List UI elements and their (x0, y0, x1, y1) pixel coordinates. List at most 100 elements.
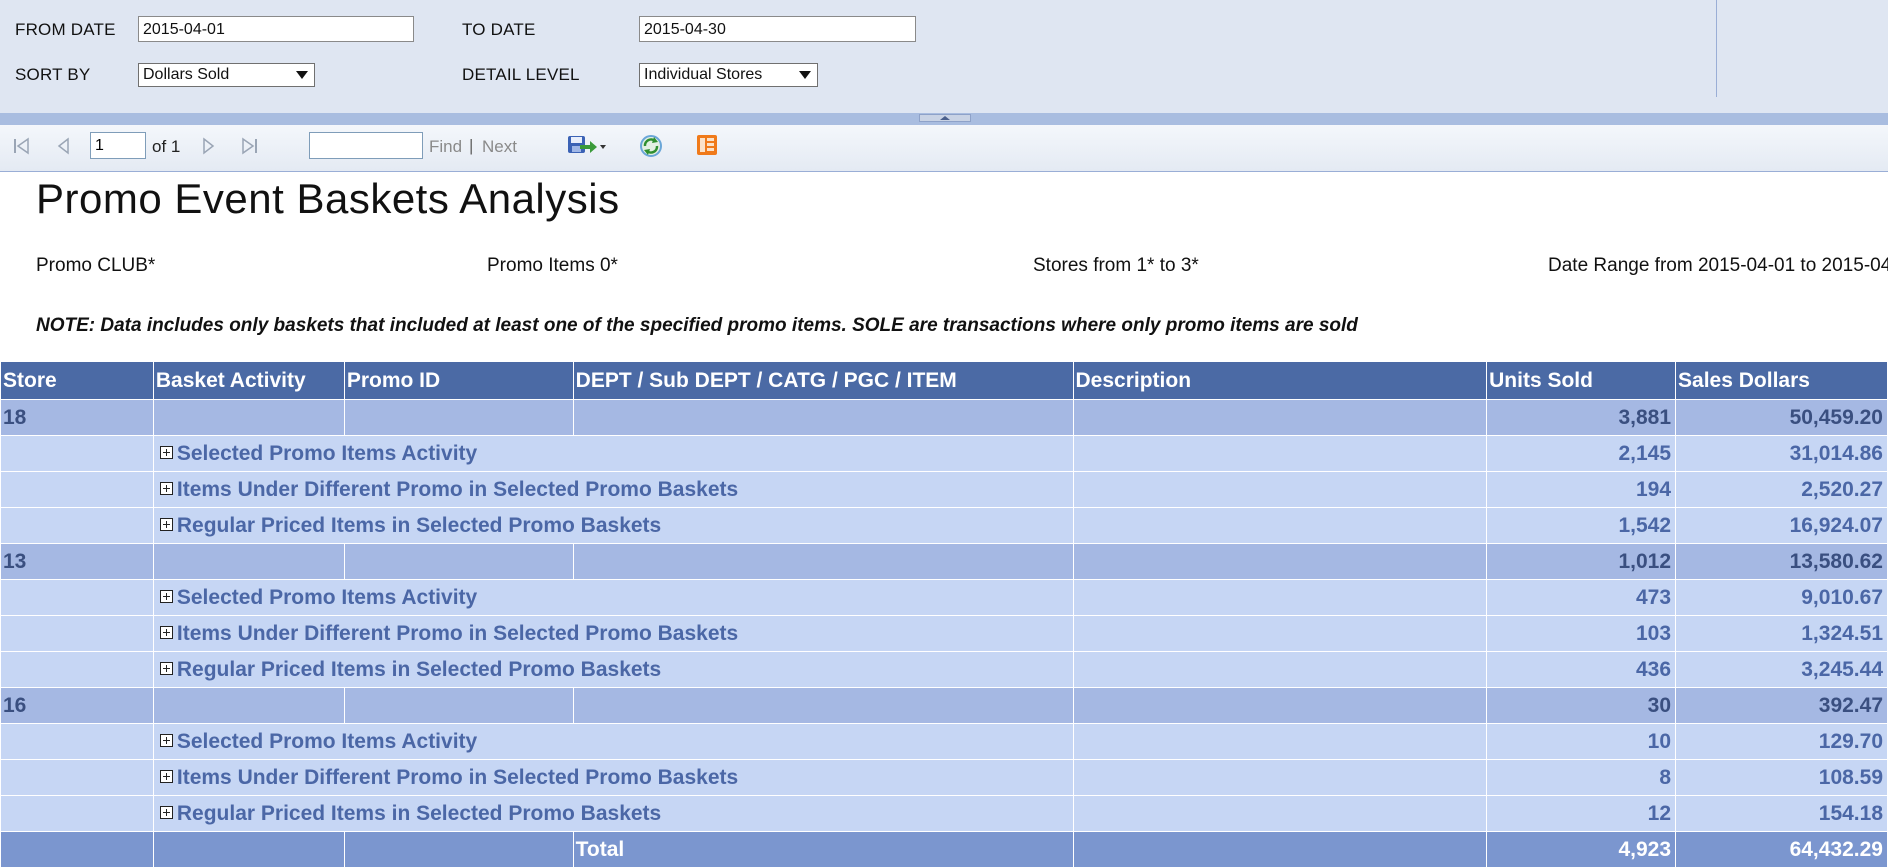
store-units-sold: 1,012 (1486, 543, 1677, 580)
activity-label: Items Under Different Promo in Selected … (176, 621, 739, 645)
activity-row: Selected Promo Items Activity 10 129.70 (0, 723, 1888, 760)
activity-sales-dollars: 1,324.51 (1675, 615, 1888, 652)
expand-icon[interactable] (159, 517, 173, 531)
expand-icon[interactable] (159, 733, 173, 747)
promo-club-text: Promo CLUB* (36, 255, 156, 276)
activity-sales-dollars: 129.70 (1675, 723, 1888, 760)
find-next-link[interactable]: Next (482, 137, 517, 157)
expand-icon[interactable] (159, 625, 173, 639)
date-range-text: Date Range from 2015-04-01 to 2015-04-30 (1548, 255, 1888, 276)
store-sales-dollars: 13,580.62 (1675, 543, 1888, 580)
previous-page-icon[interactable] (56, 137, 72, 155)
activity-units-sold: 194 (1486, 471, 1677, 508)
store-sales-dollars: 50,459.20 (1675, 399, 1888, 436)
report-table: Store Basket Activity Promo ID DEPT / Su… (0, 361, 1888, 868)
page-number-input[interactable]: 1 (90, 132, 146, 159)
table-header-row: Store Basket Activity Promo ID DEPT / Su… (0, 361, 1888, 400)
activity-label: Regular Priced Items in Selected Promo B… (176, 657, 662, 681)
to-date-label: TO DATE (462, 20, 536, 39)
activity-units-sold: 436 (1486, 651, 1677, 688)
activity-label: Selected Promo Items Activity (176, 585, 478, 609)
store-number: 16 (0, 687, 154, 724)
activity-label: Items Under Different Promo in Selected … (176, 765, 739, 789)
activity-label: Regular Priced Items in Selected Promo B… (176, 513, 662, 537)
total-row: Total 4,923 64,432.29 (0, 831, 1888, 868)
activity-units-sold: 103 (1486, 615, 1677, 652)
store-units-sold: 30 (1486, 687, 1677, 724)
panel-divider (1716, 0, 1717, 97)
promo-items-text: Promo Items 0* (487, 255, 618, 276)
expand-icon[interactable] (159, 445, 173, 459)
activity-sales-dollars: 31,014.86 (1675, 435, 1888, 472)
column-header-units-sold: Units Sold (1486, 361, 1677, 400)
find-text-input[interactable] (309, 132, 423, 159)
column-header-basket-activity: Basket Activity (152, 361, 345, 400)
toolbar-separator: | (469, 136, 474, 155)
activity-sales-dollars: 154.18 (1675, 795, 1888, 832)
store-units-sold: 3,881 (1486, 399, 1677, 436)
column-header-promo-id: Promo ID (343, 361, 574, 400)
expand-icon[interactable] (159, 589, 173, 603)
column-header-hierarchy: DEPT / Sub DEPT / CATG / PGC / ITEM (572, 361, 1074, 400)
refresh-icon[interactable] (638, 133, 664, 159)
activity-label: Selected Promo Items Activity (176, 441, 478, 465)
expand-icon[interactable] (159, 661, 173, 675)
collapse-parameters-icon[interactable] (919, 114, 971, 122)
report-title: Promo Event Baskets Analysis (36, 175, 620, 222)
activity-row: Items Under Different Promo in Selected … (0, 471, 1888, 508)
activity-units-sold: 2,145 (1486, 435, 1677, 472)
sort-by-select[interactable]: Dollars Sold (138, 63, 315, 87)
activity-label: Selected Promo Items Activity (176, 729, 478, 753)
total-units-sold: 4,923 (1486, 831, 1677, 868)
expand-icon[interactable] (159, 805, 173, 819)
store-row: 18 3,881 50,459.20 (0, 399, 1888, 436)
data-feed-icon[interactable] (696, 134, 718, 156)
report-toolbar (0, 125, 1888, 172)
last-page-icon[interactable] (239, 137, 259, 155)
activity-row: Regular Priced Items in Selected Promo B… (0, 507, 1888, 544)
activity-sales-dollars: 9,010.67 (1675, 579, 1888, 616)
activity-sales-dollars: 3,245.44 (1675, 651, 1888, 688)
activity-sales-dollars: 108.59 (1675, 759, 1888, 796)
first-page-icon[interactable] (12, 137, 32, 155)
parameter-splitter[interactable] (0, 113, 1888, 125)
activity-units-sold: 8 (1486, 759, 1677, 796)
store-number: 18 (0, 399, 154, 436)
activity-units-sold: 12 (1486, 795, 1677, 832)
detail-level-label: DETAIL LEVEL (462, 65, 580, 84)
activity-label: Regular Priced Items in Selected Promo B… (176, 801, 662, 825)
next-page-icon[interactable] (200, 137, 216, 155)
store-row: 16 30 392.47 (0, 687, 1888, 724)
activity-row: Items Under Different Promo in Selected … (0, 615, 1888, 652)
chevron-down-icon (799, 71, 811, 79)
to-date-input[interactable]: 2015-04-30 (639, 16, 916, 42)
activity-units-sold: 1,542 (1486, 507, 1677, 544)
activity-label: Items Under Different Promo in Selected … (176, 477, 739, 501)
store-row: 13 1,012 13,580.62 (0, 543, 1888, 580)
stores-range-text: Stores from 1* to 3* (1033, 255, 1199, 276)
column-header-store: Store (0, 361, 154, 400)
activity-units-sold: 473 (1486, 579, 1677, 616)
column-header-description: Description (1072, 361, 1488, 400)
column-header-sales-dollars: Sales Dollars (1675, 361, 1888, 400)
sort-by-value: Dollars Sold (143, 66, 230, 83)
expand-icon[interactable] (159, 769, 173, 783)
parameter-panel: FROM DATE 2015-04-01 TO DATE 2015-04-30 … (0, 0, 1888, 113)
export-save-icon[interactable] (566, 133, 608, 157)
total-label: Total (572, 831, 1074, 868)
report-note: NOTE: Data includes only baskets that in… (36, 315, 1358, 336)
activity-units-sold: 10 (1486, 723, 1677, 760)
chevron-down-icon (296, 71, 308, 79)
activity-row: Selected Promo Items Activity 2,145 31,0… (0, 435, 1888, 472)
detail-level-select[interactable]: Individual Stores (639, 63, 818, 87)
activity-row: Regular Priced Items in Selected Promo B… (0, 795, 1888, 832)
expand-icon[interactable] (159, 481, 173, 495)
activity-row: Regular Priced Items in Selected Promo B… (0, 651, 1888, 688)
from-date-input[interactable]: 2015-04-01 (138, 16, 414, 42)
activity-row: Items Under Different Promo in Selected … (0, 759, 1888, 796)
find-link[interactable]: Find (429, 137, 462, 157)
detail-level-value: Individual Stores (644, 66, 763, 83)
total-sales-dollars: 64,432.29 (1675, 831, 1888, 868)
from-date-label: FROM DATE (15, 20, 116, 39)
store-number: 13 (0, 543, 154, 580)
